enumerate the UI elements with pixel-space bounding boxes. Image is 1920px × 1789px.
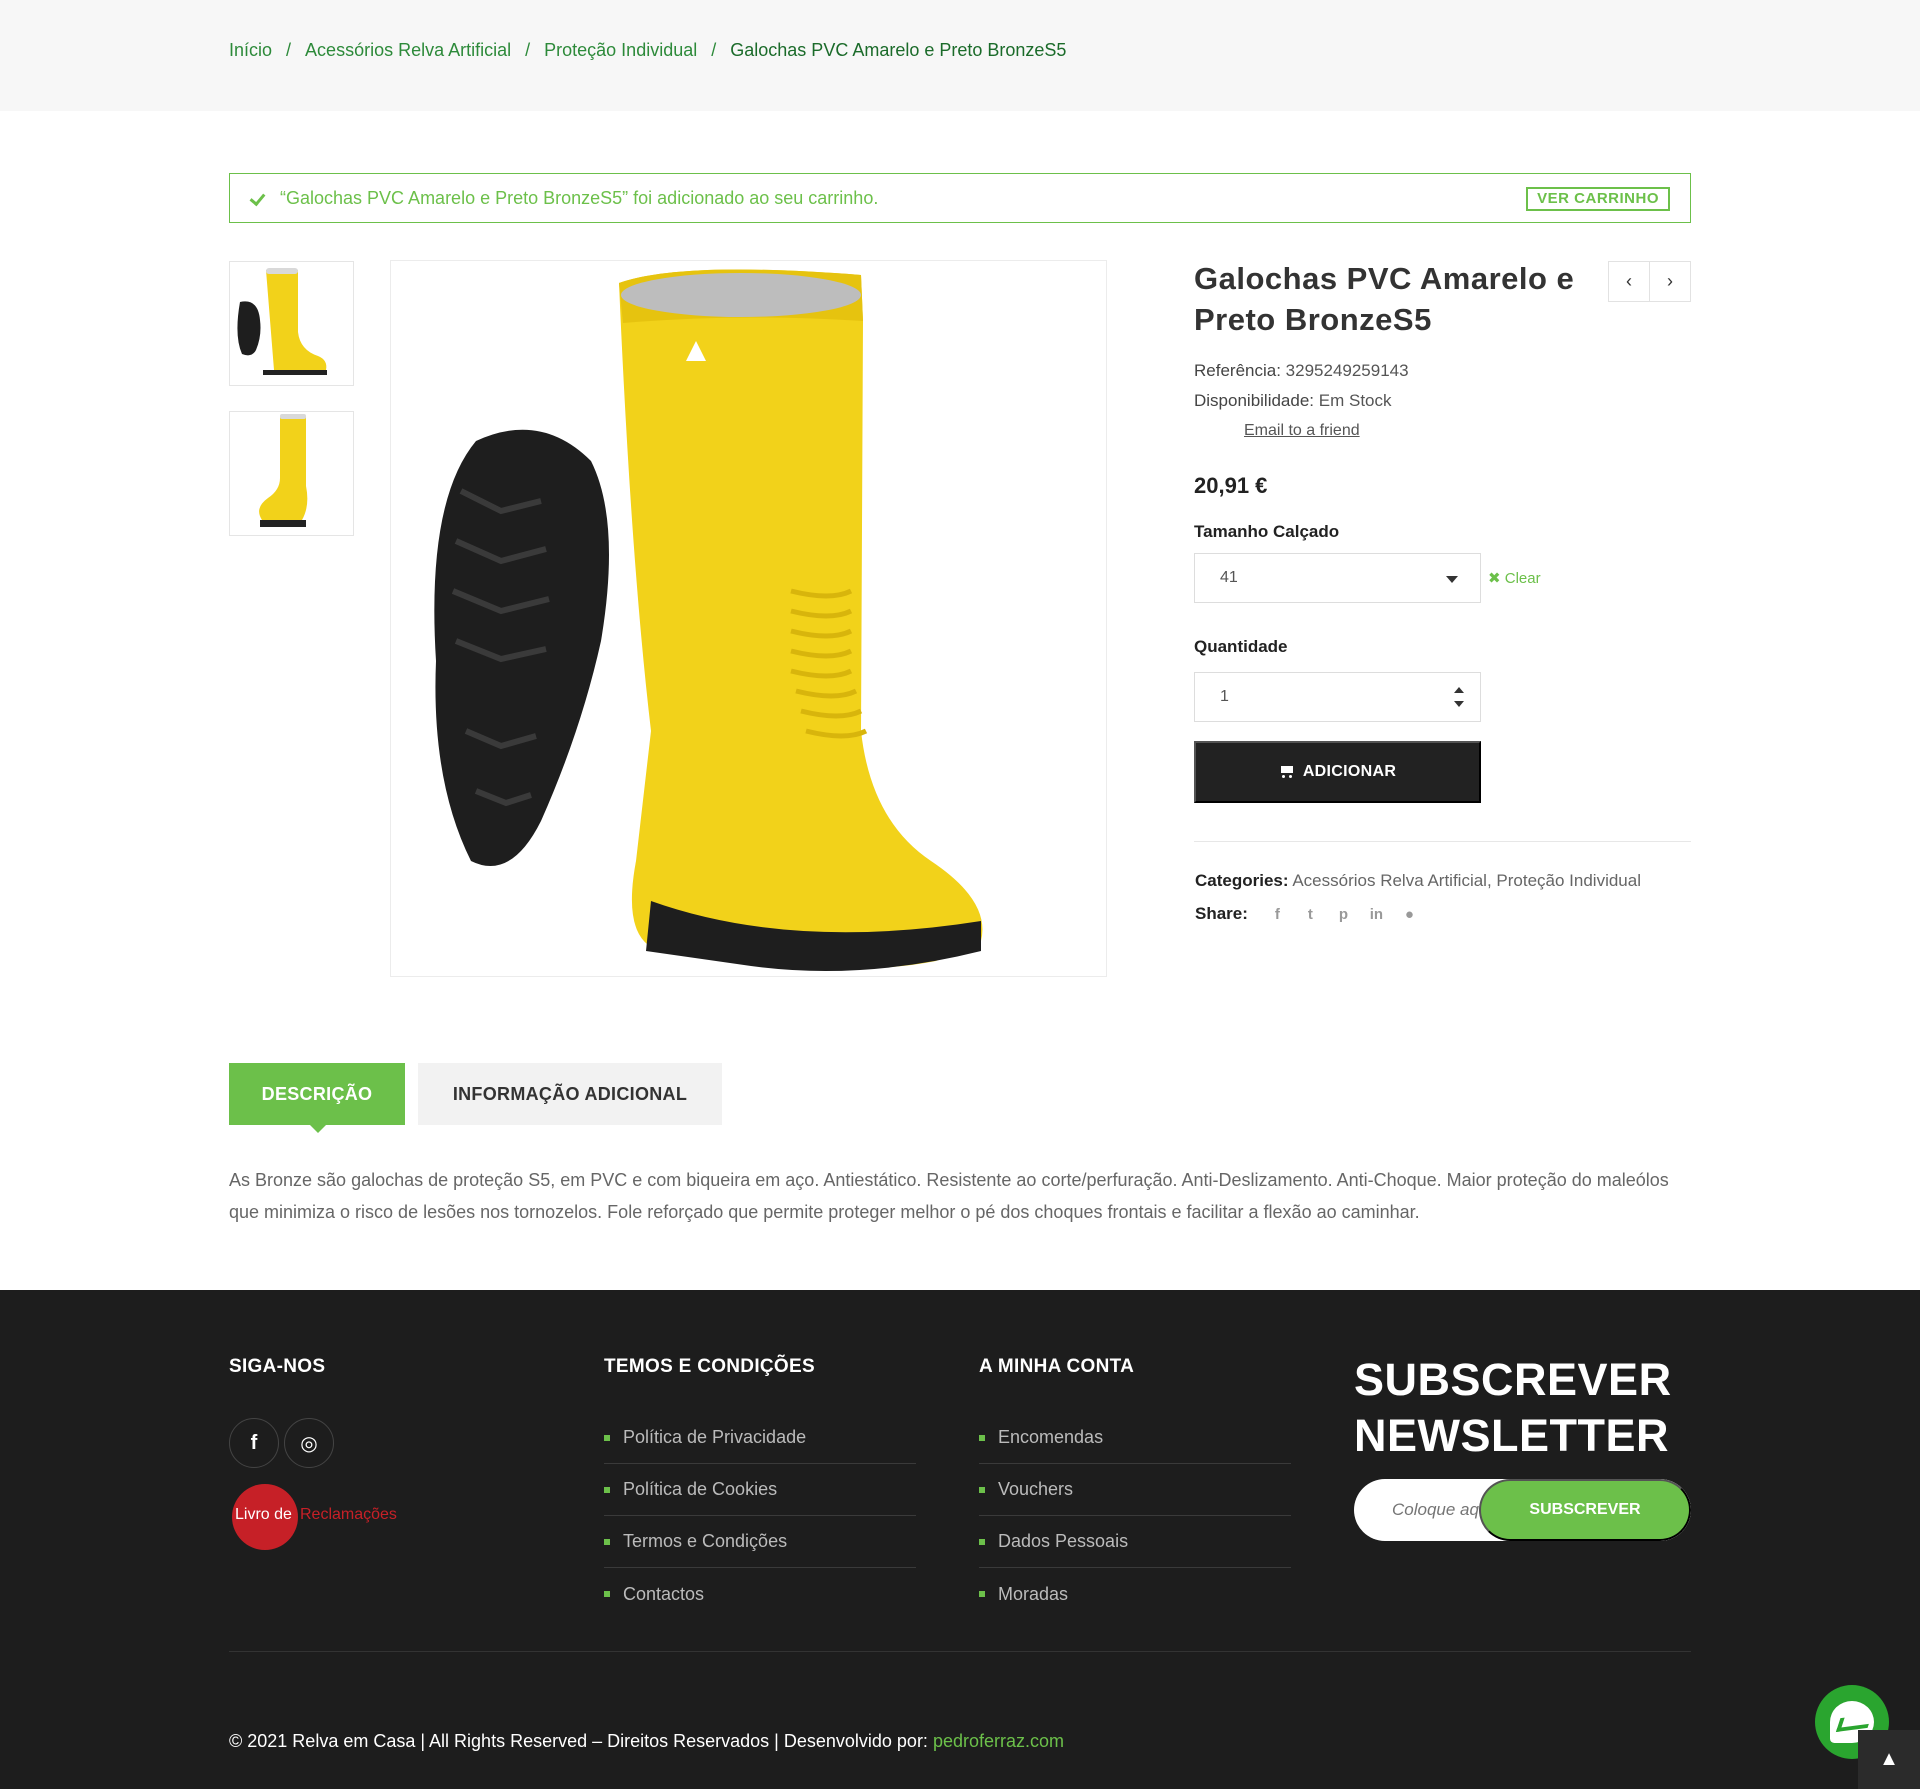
cart-notice-message: “Galochas PVC Amarelo e Preto BronzeS5” … [280, 187, 879, 208]
footer-terms-list: Política de Privacidade Política de Cook… [604, 1412, 916, 1620]
boot-side-thumbnail-image [259, 414, 308, 527]
product-price: 20,91 € [1194, 473, 1268, 498]
quantity-stepper[interactable]: 1 [1194, 672, 1481, 722]
newsletter-title: SUBSCREVER NEWSLETTER [1354, 1352, 1672, 1464]
availability-label: Disponibilidade: [1194, 391, 1315, 410]
newsletter-title-line-1: SUBSCREVER [1354, 1354, 1672, 1405]
reddit-icon[interactable]: ● [1400, 906, 1419, 923]
newsletter-form: SUBSCREVER [1354, 1479, 1691, 1541]
reference-value: 3295249259143 [1285, 361, 1409, 380]
previous-product-icon[interactable]: ‹ [1609, 262, 1650, 301]
twitter-icon[interactable]: t [1301, 906, 1320, 923]
share-label: Share: [1195, 904, 1248, 923]
breadcrumb-current: Galochas PVC Amarelo e Preto BronzeS5 [730, 40, 1067, 60]
livro-reclamacoes-logo[interactable]: Livro de Reclamações [232, 1484, 397, 1550]
breadcrumb-home[interactable]: Início [229, 40, 272, 61]
footer-follow-title: SIGA-NOS [229, 1356, 326, 1377]
footer-link[interactable]: Contactos [604, 1568, 916, 1620]
product-thumbnail-1[interactable] [229, 261, 354, 386]
newsletter-subscribe-button[interactable]: SUBSCREVER [1479, 1479, 1691, 1541]
footer-link[interactable]: Política de Privacidade [604, 1412, 916, 1464]
breadcrumb: Início / Acessórios Relva Artificial / P… [229, 40, 1066, 61]
breadcrumb-separator: / [525, 40, 531, 60]
footer-link[interactable]: Encomendas [979, 1412, 1291, 1464]
breadcrumb-subcategory[interactable]: Proteção Individual [544, 40, 697, 61]
footer-account-title: A MINHA CONTA [979, 1356, 1135, 1377]
breadcrumb-category[interactable]: Acessórios Relva Artificial [305, 40, 511, 61]
caret-down-icon [1446, 576, 1458, 583]
arrow-up-icon: ▲ [1879, 1748, 1899, 1770]
categories-links[interactable]: Acessórios Relva Artificial, Proteção In… [1292, 871, 1641, 890]
footer-link[interactable]: Dados Pessoais [979, 1516, 1291, 1568]
quantity-value: 1 [1220, 688, 1229, 705]
tab-descricao[interactable]: DESCRIÇÃO [229, 1063, 405, 1133]
copyright-text: © 2021 Relva em Casa | All Rights Reserv… [229, 1731, 933, 1751]
footer-link[interactable]: Vouchers [979, 1464, 1291, 1516]
quantity-label: Quantidade [1194, 637, 1288, 656]
product-title: Galochas PVC Amarelo e Preto BronzeS5 [1194, 261, 1575, 337]
view-cart-button[interactable]: VER CARRINHO [1526, 187, 1670, 211]
size-select[interactable]: 41 [1194, 553, 1481, 603]
product-main-image[interactable] [390, 260, 1107, 977]
add-to-cart-label: ADICIONAR [1302, 763, 1397, 780]
facebook-icon[interactable]: f [229, 1418, 279, 1468]
pinterest-icon[interactable]: p [1334, 906, 1353, 923]
product-availability: Disponibilidade: Em Stock [1194, 391, 1392, 411]
product-description: As Bronze são galochas de proteção S5, e… [229, 1170, 1669, 1222]
copyright: © 2021 Relva em Casa | All Rights Reserv… [229, 1731, 1064, 1752]
product-thumbnail-2[interactable] [229, 411, 354, 536]
product-navigation: ‹ › [1608, 261, 1691, 302]
clear-selection-link[interactable]: ✖ Clear [1488, 569, 1541, 587]
check-icon [250, 189, 268, 207]
footer-link[interactable]: Política de Cookies [604, 1464, 916, 1516]
yellow-boot-image [434, 269, 983, 971]
footer-link[interactable]: Termos e Condições [604, 1516, 916, 1568]
livro-text-2: Reclamações [300, 1506, 397, 1523]
developer-link[interactable]: pedroferraz.com [933, 1731, 1064, 1751]
newsletter-title-line-2: NEWSLETTER [1354, 1410, 1669, 1461]
footer-account-list: Encomendas Vouchers Dados Pessoais Morad… [979, 1412, 1291, 1620]
product-reference: Referência: 3295249259143 [1194, 361, 1409, 381]
tab-informacao-adicional[interactable]: INFORMAÇÃO ADICIONAL [418, 1063, 722, 1125]
footer-terms-title: TEMOS E CONDIÇÕES [604, 1356, 815, 1377]
next-product-icon[interactable]: › [1650, 262, 1690, 301]
add-to-cart-button[interactable]: ADICIONAR [1194, 741, 1481, 803]
size-label: Tamanho Calçado [1194, 522, 1340, 541]
breadcrumb-separator: / [711, 40, 717, 60]
boot-pair-thumbnail-image [237, 268, 327, 375]
footer-divider [229, 1651, 1691, 1652]
availability-value: Em Stock [1318, 391, 1392, 410]
instagram-icon[interactable]: ◎ [284, 1418, 334, 1468]
spinner-icon[interactable] [1454, 685, 1464, 711]
cart-icon [1279, 765, 1295, 779]
cart-notice: “Galochas PVC Amarelo e Preto BronzeS5” … [229, 173, 1691, 223]
back-to-top-button[interactable]: ▲ [1858, 1730, 1920, 1789]
livro-text-1: Livro de [235, 1506, 292, 1523]
size-select-value: 41 [1220, 569, 1238, 586]
facebook-icon[interactable]: f [1268, 906, 1287, 923]
email-friend-link[interactable]: Email to a friend [1244, 422, 1360, 440]
categories-label: Categories: [1195, 871, 1289, 890]
product-categories: Categories: Acessórios Relva Artificial,… [1195, 871, 1641, 891]
reference-label: Referência: [1194, 361, 1281, 380]
summary-divider [1194, 841, 1691, 842]
share-row: Share: f t p in ● [1195, 904, 1419, 924]
linkedin-icon[interactable]: in [1367, 906, 1386, 923]
footer-link[interactable]: Moradas [979, 1568, 1291, 1620]
clear-label: Clear [1504, 570, 1541, 587]
breadcrumb-separator: / [286, 40, 292, 60]
